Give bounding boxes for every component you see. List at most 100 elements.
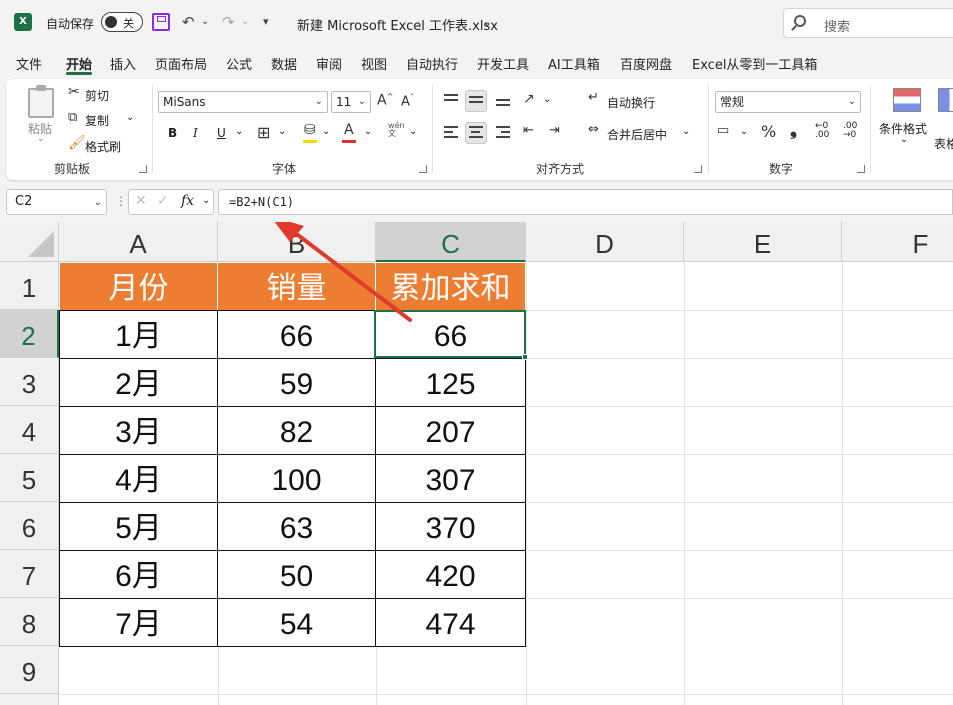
fill-handle[interactable] xyxy=(522,354,528,360)
increase-decimal-icon[interactable]: ←0.00 xyxy=(815,122,829,140)
cell-b3[interactable]: 59 xyxy=(217,358,376,407)
align-top-icon[interactable] xyxy=(444,94,458,106)
formula-bar-resize-icon[interactable]: ⋮ xyxy=(115,194,127,208)
cell-a6[interactable]: 5月 xyxy=(59,502,218,551)
font-size-select[interactable]: 11 ⌄ xyxy=(331,91,371,113)
cell-c4[interactable]: 207 xyxy=(375,406,526,455)
accounting-format-icon[interactable]: ▭ xyxy=(717,123,729,138)
comma-style-button[interactable]: ❟ xyxy=(790,119,797,140)
title-dropdown-icon[interactable]: ⌄ xyxy=(483,13,492,33)
wrap-text-label[interactable]: 自动换行 xyxy=(607,94,655,111)
copy-dropdown-icon[interactable]: ⌄ xyxy=(126,112,134,123)
cell-b6[interactable]: 63 xyxy=(217,502,376,551)
underline-dropdown-icon[interactable]: ⌄ xyxy=(235,126,243,137)
tab-review[interactable]: 审阅 xyxy=(316,54,342,73)
row-header-9[interactable]: 9 xyxy=(0,646,59,694)
paste-icon[interactable] xyxy=(28,85,54,118)
redo-dropdown-icon[interactable]: ⌄ xyxy=(241,12,249,32)
name-box[interactable]: C2 ⌄ xyxy=(6,189,107,215)
search-box[interactable]: 搜索 xyxy=(783,8,953,38)
cell-a8[interactable]: 7月 xyxy=(59,598,218,647)
clipboard-launcher-icon[interactable] xyxy=(139,165,147,173)
column-header-a[interactable]: A xyxy=(59,222,218,262)
cell-b5[interactable]: 100 xyxy=(217,454,376,503)
insert-function-button[interactable]: fx xyxy=(181,193,194,209)
fx-dropdown-icon[interactable]: ⌄ xyxy=(202,195,210,206)
bold-button[interactable]: B xyxy=(168,126,177,140)
column-header-f[interactable]: F xyxy=(842,222,953,262)
customize-toolbar-icon[interactable]: ▾ xyxy=(263,12,269,32)
tab-automate[interactable]: 自动执行 xyxy=(406,54,458,73)
tab-insert[interactable]: 插入 xyxy=(110,54,136,73)
save-icon[interactable] xyxy=(152,13,170,31)
fill-color-dropdown-icon[interactable]: ⌄ xyxy=(322,126,330,137)
number-launcher-icon[interactable] xyxy=(857,165,865,173)
underline-button[interactable]: U xyxy=(217,126,226,140)
column-header-b[interactable]: B xyxy=(218,222,376,262)
font-launcher-icon[interactable] xyxy=(419,165,427,173)
conditional-format-icon[interactable] xyxy=(893,88,921,112)
font-color-icon[interactable]: A xyxy=(344,122,354,138)
cell-b7[interactable]: 50 xyxy=(217,550,376,599)
orientation-dropdown-icon[interactable]: ⌄ xyxy=(543,94,551,105)
percent-button[interactable]: % xyxy=(761,122,776,141)
enter-icon[interactable]: ✓ xyxy=(157,193,169,209)
column-header-c[interactable]: C xyxy=(376,222,526,262)
wrap-text-icon[interactable]: ↵ xyxy=(588,90,599,105)
tab-formulas[interactable]: 公式 xyxy=(226,54,252,73)
cell-b8[interactable]: 54 xyxy=(217,598,376,647)
formula-input[interactable]: =B2+N(C1) xyxy=(218,189,953,215)
align-right-icon[interactable] xyxy=(496,126,510,138)
row-header-10[interactable] xyxy=(0,694,59,705)
number-format-select[interactable]: 常规 ⌄ xyxy=(715,91,861,113)
row-header-1[interactable]: 1 xyxy=(0,262,59,310)
format-as-table-label[interactable]: 表格 xyxy=(934,135,953,152)
header-cell-b[interactable]: 销量 xyxy=(217,262,376,311)
cell-a2[interactable]: 1月 xyxy=(59,310,218,359)
row-header-5[interactable]: 5 xyxy=(0,454,59,502)
header-cell-c[interactable]: 累加求和 xyxy=(375,262,526,311)
cancel-icon[interactable]: ✕ xyxy=(135,193,147,209)
tab-ai-toolbox[interactable]: AI工具箱 xyxy=(548,54,600,73)
header-cell-a[interactable]: 月份 xyxy=(59,262,218,311)
decrease-indent-icon[interactable]: ⇤ xyxy=(523,123,534,138)
phonetic-dropdown-icon[interactable]: ⌄ xyxy=(409,126,417,137)
tab-page-layout[interactable]: 页面布局 xyxy=(155,54,207,73)
alignment-launcher-icon[interactable] xyxy=(694,165,702,173)
cell-a3[interactable]: 2月 xyxy=(59,358,218,407)
align-bottom-icon[interactable] xyxy=(496,99,510,111)
increase-indent-icon[interactable]: ⇥ xyxy=(549,123,560,138)
row-header-2[interactable]: 2 xyxy=(0,310,59,358)
merge-center-label[interactable]: 合并后居中 xyxy=(607,126,667,143)
row-header-7[interactable]: 7 xyxy=(0,550,59,598)
tab-home[interactable]: 开始 xyxy=(66,54,92,73)
tab-view[interactable]: 视图 xyxy=(361,54,387,73)
cell-b2[interactable]: 66 xyxy=(217,310,376,359)
cut-label[interactable]: 剪切 xyxy=(85,87,109,104)
conditional-format-dropdown-icon[interactable]: ⌄ xyxy=(900,134,908,145)
cell-c5[interactable]: 307 xyxy=(375,454,526,503)
cell-c6[interactable]: 370 xyxy=(375,502,526,551)
orientation-icon[interactable]: ↗ xyxy=(523,91,535,107)
decrease-decimal-icon[interactable]: .00 →0 xyxy=(843,122,857,140)
italic-button[interactable]: I xyxy=(193,126,198,140)
autosave-toggle[interactable]: 关 xyxy=(101,12,143,32)
document-title[interactable]: 新建 Microsoft Excel 工作表.xlsx xyxy=(297,15,498,34)
tab-baidu-netdisk[interactable]: 百度网盘 xyxy=(620,54,672,73)
column-header-e[interactable]: E xyxy=(684,222,842,262)
format-painter-icon[interactable]: 🖌 xyxy=(68,135,86,151)
undo-dropdown-icon[interactable]: ⌄ xyxy=(201,12,209,32)
borders-icon[interactable]: ⊞ xyxy=(257,123,270,142)
tab-excel-toolbox[interactable]: Excel从零到一工具箱 xyxy=(692,54,817,73)
decrease-font-icon[interactable]: Aˇ xyxy=(401,93,414,109)
borders-dropdown-icon[interactable]: ⌄ xyxy=(278,126,286,137)
paste-dropdown-icon[interactable]: ⌄ xyxy=(37,134,45,144)
align-left-icon[interactable] xyxy=(444,126,458,138)
cell-a7[interactable]: 6月 xyxy=(59,550,218,599)
undo-icon[interactable]: ↶ xyxy=(182,12,195,32)
column-header-d[interactable]: D xyxy=(526,222,684,262)
merge-dropdown-icon[interactable]: ⌄ xyxy=(682,126,690,137)
tab-developer[interactable]: 开发工具 xyxy=(477,54,529,73)
tab-data[interactable]: 数据 xyxy=(271,54,297,73)
fill-color-icon[interactable]: ⛁ xyxy=(304,122,316,138)
